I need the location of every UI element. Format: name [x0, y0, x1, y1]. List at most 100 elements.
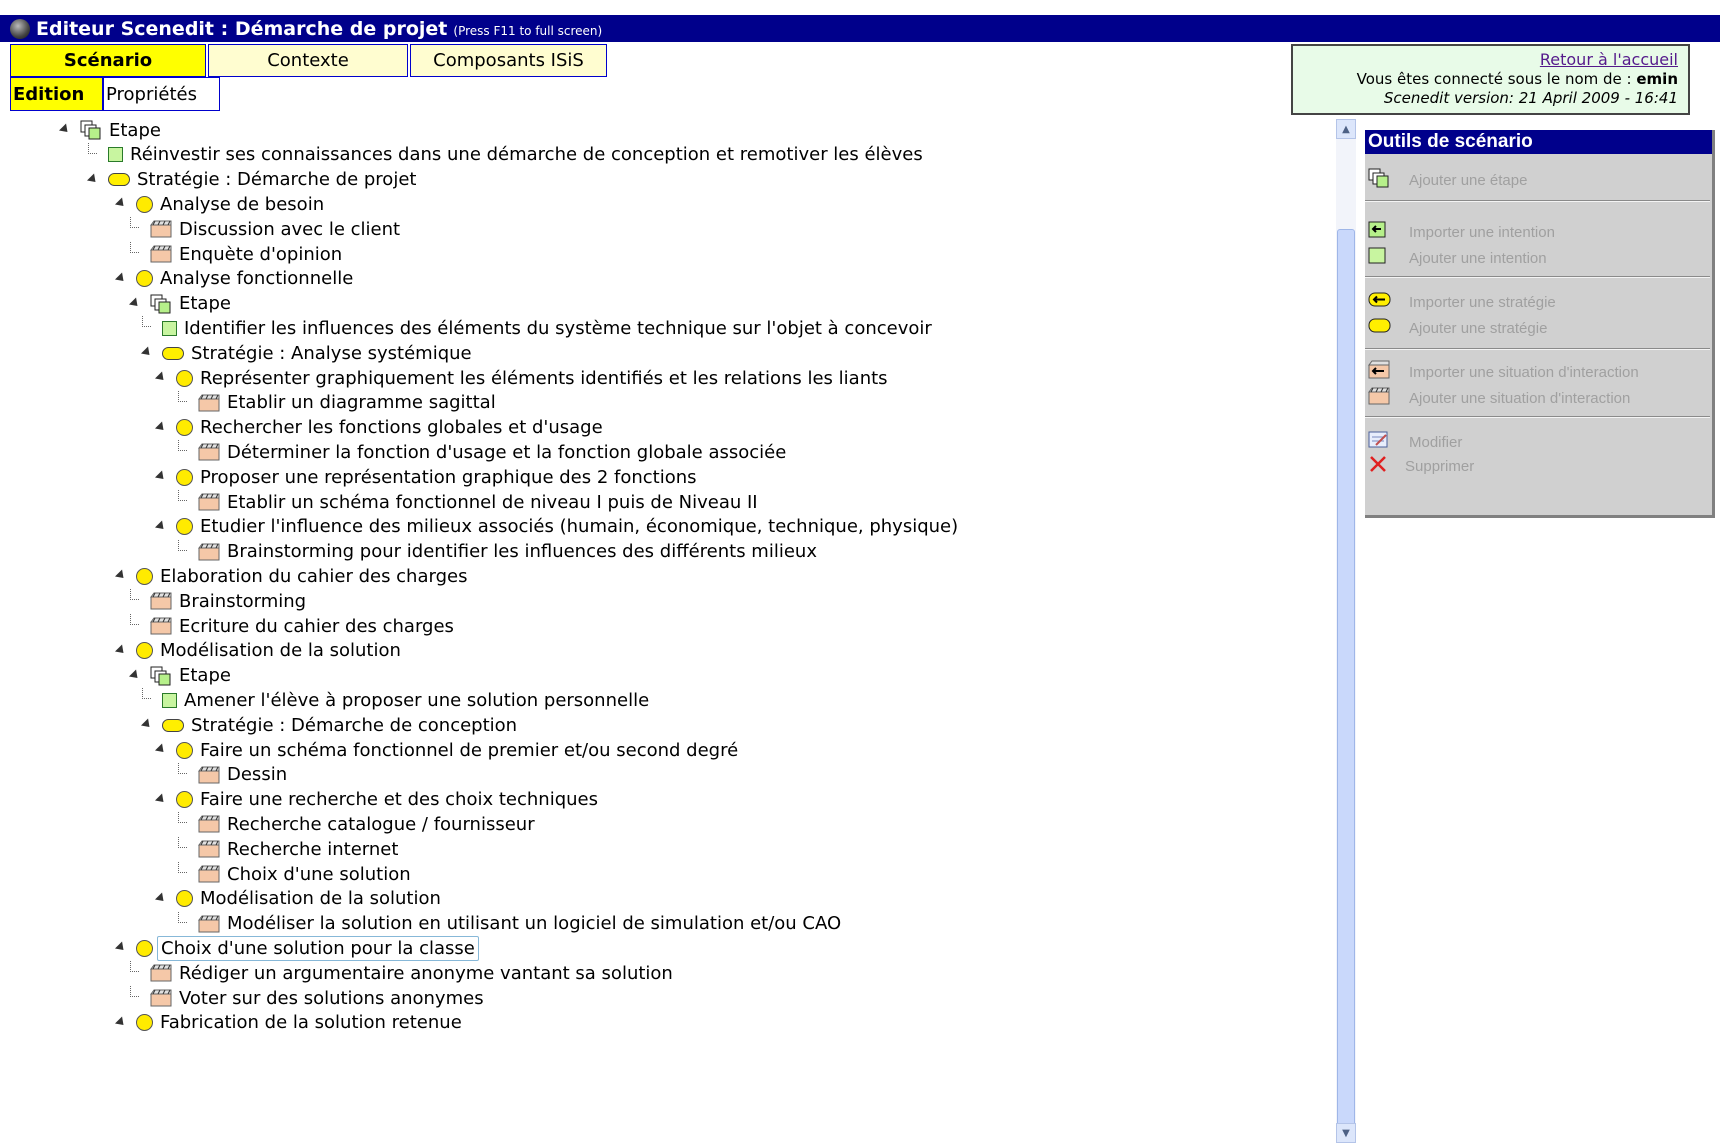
- import-intention-icon: [1368, 221, 1388, 243]
- tree-node-intention[interactable]: Réinvestir ses connaissances dans une dé…: [88, 142, 926, 167]
- tree-node-activite[interactable]: Rechercher les fonctions globales et d'u…: [154, 416, 606, 440]
- strategy-icon: [108, 173, 130, 187]
- tree-node-situation[interactable]: Déterminer la fonction d'usage et la fon…: [178, 440, 789, 464]
- tree-node-situation[interactable]: Etablir un diagramme sagittal: [178, 390, 499, 415]
- tree-node-activite[interactable]: Fabrication de la solution retenue: [114, 1011, 465, 1035]
- tree-node-situation[interactable]: Voter sur des solutions anonymes: [130, 986, 487, 1010]
- tree-node-situation[interactable]: Choix d'une solution: [178, 862, 414, 886]
- tree-connector: [130, 986, 139, 997]
- tree-node-activite[interactable]: Analyse fonctionnelle: [114, 267, 356, 291]
- scroll-down-button[interactable]: ▼: [1336, 1123, 1356, 1143]
- tree-node-strategie[interactable]: Stratégie : Analyse systémique: [140, 341, 475, 365]
- expand-toggle-icon[interactable]: [114, 197, 128, 210]
- tree-node-activite[interactable]: Etudier l'influence des milieux associés…: [154, 515, 961, 539]
- tool-label: Ajouter une intention: [1409, 249, 1547, 267]
- tree-node-situation[interactable]: Brainstorming: [130, 589, 309, 613]
- expand-toggle-icon[interactable]: [128, 669, 142, 682]
- tree-node-strategie[interactable]: Stratégie : Démarche de projet: [86, 168, 419, 192]
- tree-node-activite[interactable]: Faire un schéma fonctionnel de premier e…: [154, 738, 741, 762]
- tree-node-situation[interactable]: Ecriture du cahier des charges: [130, 614, 457, 638]
- tree-connector: [178, 911, 187, 923]
- tree-node-activite[interactable]: Elaboration du cahier des charges: [114, 564, 470, 588]
- tool-add-situation[interactable]: Ajouter une situation d'interaction: [1365, 386, 1710, 410]
- expand-toggle-icon[interactable]: [114, 569, 128, 582]
- tool-import-situation[interactable]: Importer une situation d'interaction: [1365, 360, 1710, 384]
- situation-icon: [198, 815, 220, 833]
- tab-composants-isis[interactable]: Composants ISiS: [410, 44, 607, 77]
- expand-toggle-icon[interactable]: [154, 743, 168, 756]
- expand-toggle-icon[interactable]: [114, 644, 128, 657]
- expand-toggle-icon[interactable]: [86, 173, 100, 186]
- tree-node-situation[interactable]: Dessin: [178, 762, 290, 787]
- tree-node-label: Choix d'une solution: [227, 863, 411, 885]
- tool-add-intention[interactable]: Ajouter une intention: [1365, 246, 1710, 270]
- expand-toggle-icon[interactable]: [58, 123, 72, 136]
- tree-node-etape[interactable]: Etape: [128, 664, 234, 688]
- activity-icon: [176, 518, 193, 536]
- intention-icon: [162, 320, 177, 336]
- tool-delete[interactable]: Supprimer: [1365, 454, 1710, 478]
- tree-node-activite[interactable]: Faire une recherche et des choix techniq…: [154, 788, 601, 812]
- tab-scenario[interactable]: Scénario: [10, 44, 206, 77]
- tree-node-situation[interactable]: Brainstorming pour identifier les influe…: [178, 539, 820, 564]
- tree-node-etape[interactable]: Etape: [58, 118, 164, 142]
- activity-icon: [136, 642, 153, 660]
- tree-connector: [178, 390, 187, 402]
- tool-label: Ajouter une situation d'interaction: [1409, 389, 1631, 407]
- subtab-proprietes[interactable]: Propriétés: [103, 77, 220, 111]
- expand-toggle-icon[interactable]: [154, 793, 168, 806]
- tree-node-label: Brainstorming pour identifier les influe…: [227, 541, 817, 563]
- intention-icon: [162, 692, 177, 708]
- expand-toggle-icon[interactable]: [114, 272, 128, 285]
- expand-toggle-icon[interactable]: [140, 718, 154, 731]
- tab-contexte[interactable]: Contexte: [208, 44, 408, 77]
- tool-import-strategy[interactable]: Importer une stratégie: [1365, 290, 1710, 314]
- expand-toggle-icon[interactable]: [128, 297, 142, 310]
- intention-icon: [108, 147, 123, 163]
- tree-scrollbar[interactable]: ▲ ▼: [1336, 119, 1356, 1143]
- scroll-thumb[interactable]: [1337, 229, 1355, 1134]
- tree-node-activite[interactable]: Proposer une représentation graphique de…: [154, 465, 700, 489]
- expand-toggle-icon[interactable]: [154, 520, 168, 533]
- tree-node-activite[interactable]: Analyse de besoin: [114, 192, 327, 216]
- tool-add-step[interactable]: Ajouter une étape: [1365, 168, 1710, 192]
- scroll-up-button[interactable]: ▲: [1336, 119, 1356, 139]
- tree-node-activite[interactable]: Modélisation de la solution: [154, 887, 444, 911]
- tree-node-label: Discussion avec le client: [179, 218, 401, 240]
- expand-toggle-icon[interactable]: [154, 470, 168, 483]
- tool-edit[interactable]: Modifier: [1365, 430, 1710, 454]
- tool-label: Importer une intention: [1409, 223, 1555, 241]
- tree-node-situation[interactable]: Rédiger un argumentaire anonyme vantant …: [130, 961, 676, 985]
- fullscreen-hint: (Press F11 to full screen): [453, 23, 603, 38]
- expand-toggle-icon[interactable]: [114, 941, 128, 954]
- tree-node-activite[interactable]: Choix d'une solution pour la classe: [114, 935, 479, 961]
- tree-node-activite[interactable]: Représenter graphiquement les éléments i…: [154, 366, 891, 390]
- tree-node-situation[interactable]: Discussion avec le client: [130, 217, 403, 241]
- add-situation-icon: [1368, 387, 1390, 409]
- tree-node-intention[interactable]: Identifier les influences des éléments d…: [142, 316, 935, 340]
- tree-node-situation[interactable]: Recherche internet: [178, 837, 401, 861]
- expand-toggle-icon[interactable]: [154, 421, 168, 434]
- tool-import-intention[interactable]: Importer une intention: [1365, 220, 1710, 244]
- tree-node-situation[interactable]: Recherche catalogue / fournisseur: [178, 812, 538, 836]
- expand-toggle-icon[interactable]: [140, 346, 154, 359]
- tool-add-strategy[interactable]: Ajouter une stratégie: [1365, 316, 1710, 340]
- tree-node-intention[interactable]: Amener l'élève à proposer une solution p…: [142, 688, 652, 712]
- tree-node-situation[interactable]: Enquète d'opinion: [130, 242, 345, 266]
- tree-node-label: Recherche internet: [227, 838, 399, 860]
- tree-connector: [130, 217, 139, 229]
- tree-node-label: Amener l'élève à proposer une solution p…: [184, 689, 650, 711]
- tree-node-situation[interactable]: Etablir un schéma fonctionnel de niveau …: [178, 490, 761, 514]
- situation-icon: [198, 443, 220, 461]
- home-link[interactable]: Retour à l'accueil: [1540, 50, 1678, 69]
- expand-toggle-icon[interactable]: [154, 892, 168, 905]
- tree-node-situation[interactable]: Modéliser la solution en utilisant un lo…: [178, 911, 844, 936]
- tree-node-label: Modélisation de la solution: [160, 640, 401, 662]
- tree-node-etape[interactable]: Etape: [128, 292, 234, 316]
- tree-node-activite[interactable]: Modélisation de la solution: [114, 639, 404, 663]
- subtab-edition[interactable]: Edition: [10, 77, 103, 111]
- expand-toggle-icon[interactable]: [114, 1016, 128, 1029]
- tree-node-strategie[interactable]: Stratégie : Démarche de conception: [140, 713, 520, 737]
- tree-node-label: Dessin: [227, 764, 288, 786]
- expand-toggle-icon[interactable]: [154, 371, 168, 384]
